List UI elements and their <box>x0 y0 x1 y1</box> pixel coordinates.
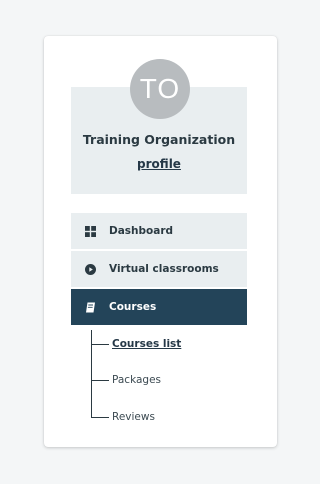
courses-subnav: Courses list Packages Reviews <box>91 330 247 423</box>
tree-branch <box>91 416 109 418</box>
sidebar-item-label: Virtual classrooms <box>109 263 219 275</box>
sidebar-nav: Dashboard Virtual classrooms Courses <box>71 213 247 327</box>
subnav-item-label: Reviews <box>112 411 155 423</box>
play-circle-icon <box>84 263 96 275</box>
subnav-item-courses-list[interactable]: Courses list <box>91 334 181 354</box>
subnav-item-label: Courses list <box>112 338 182 350</box>
sidebar-item-courses[interactable]: Courses <box>71 289 247 325</box>
subnav-item-label: Packages <box>112 374 161 386</box>
sidebar-card: TO Training Organization profile Dashboa… <box>44 36 277 447</box>
tree-branch <box>91 379 109 381</box>
grid-icon <box>84 225 96 237</box>
sidebar-item-label: Dashboard <box>109 225 174 237</box>
profile-link[interactable]: profile <box>71 157 247 171</box>
sidebar-item-label: Courses <box>109 301 157 313</box>
sidebar-item-virtual-classrooms[interactable]: Virtual classrooms <box>71 251 247 287</box>
tree-branch <box>91 343 109 345</box>
subnav-item-packages[interactable]: Packages <box>91 370 161 390</box>
subnav-item-reviews[interactable]: Reviews <box>91 407 155 427</box>
avatar: TO <box>130 59 190 119</box>
sidebar-item-dashboard[interactable]: Dashboard <box>71 213 247 249</box>
organization-name: Training Organization <box>82 132 236 147</box>
book-icon <box>84 301 96 313</box>
